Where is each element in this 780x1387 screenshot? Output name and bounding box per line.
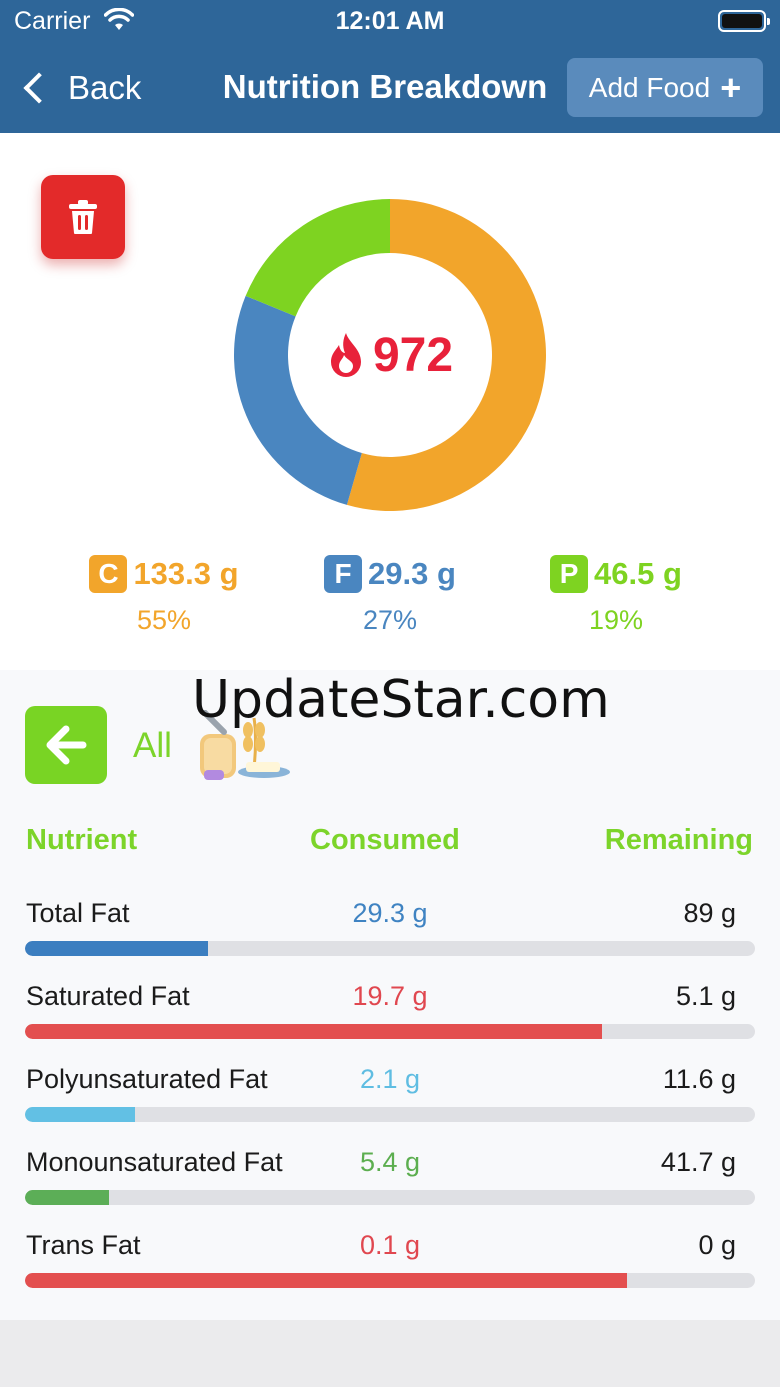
nutrient-progress-fill [25, 1107, 135, 1122]
clock: 12:01 AM [335, 7, 445, 35]
carbs-badge: C [89, 555, 128, 593]
fat-percent: 27% [362, 605, 418, 635]
header-remaining: Remaining [604, 824, 753, 856]
nutrient-progress-track [25, 1190, 755, 1205]
chevron-left-icon [23, 72, 55, 104]
category-back-button[interactable] [25, 706, 107, 784]
nutrient-name: Monounsaturated Fat [26, 1147, 283, 1177]
add-food-label: Add Food [588, 71, 711, 103]
nutrient-row: Polyunsaturated Fat 2.1 g 11.6 g [0, 1064, 780, 1147]
calorie-value: 972 [372, 328, 454, 382]
nutrient-section: All Nutrient Consumed Remaining Total Fa… [0, 670, 780, 1320]
arrow-left-icon [46, 725, 87, 765]
nutrient-progress-fill [25, 1273, 628, 1288]
trash-icon [69, 200, 97, 234]
nutrient-progress-fill [25, 1190, 109, 1205]
watermark: UpdateStar.com [192, 670, 610, 730]
nutrient-row: Total Fat 29.3 g 89 g [0, 898, 780, 981]
macro-fat: F 29.3 g 27% [270, 555, 510, 636]
nutrient-name: Saturated Fat [26, 981, 190, 1011]
nutrient-progress-fill [25, 1024, 602, 1039]
nutrient-progress-track [25, 1273, 755, 1288]
back-label: Back [68, 69, 142, 106]
nutrient-progress-track [25, 1024, 755, 1039]
nutrient-remaining: 41.7 g [660, 1147, 736, 1177]
add-food-button[interactable]: Add Food + [567, 58, 763, 117]
delete-button[interactable] [41, 175, 125, 259]
nutrient-progress-track [25, 941, 755, 956]
protein-grams: 46.5 g [594, 556, 682, 591]
flame-icon [330, 333, 361, 377]
nutrient-consumed: 0.1 g [359, 1230, 421, 1260]
nutrient-row: Monounsaturated Fat 5.4 g 41.7 g [0, 1147, 780, 1230]
nutrient-name: Polyunsaturated Fat [26, 1064, 268, 1094]
nutrient-remaining: 5.1 g [675, 981, 736, 1011]
nutrient-consumed: 5.4 g [359, 1147, 421, 1177]
nutrient-name: Total Fat [26, 898, 130, 928]
nutrient-name: Trans Fat [26, 1230, 141, 1260]
back-button[interactable]: Back [18, 66, 141, 110]
carbs-grams: 133.3 g [133, 556, 239, 591]
nutrient-consumed: 29.3 g [352, 898, 428, 928]
nutrient-remaining: 0 g [698, 1230, 736, 1260]
protein-percent: 19% [588, 605, 644, 635]
calorie-total: 972 [290, 325, 490, 385]
navigation-bar: Carrier 12:01 AM Back Nutrition Breakdow… [0, 0, 780, 133]
summary-card: 972 C 133.3 g 55% F 29.3 g 27% P 46.5 g … [0, 133, 780, 670]
fat-badge: F [324, 555, 363, 593]
battery-icon [718, 10, 770, 32]
header-nutrient: Nutrient [26, 824, 138, 856]
nutrient-consumed: 19.7 g [352, 981, 428, 1011]
status-bar: Carrier 12:01 AM [0, 0, 780, 44]
nutrient-remaining: 89 g [683, 898, 736, 928]
nutrient-progress-fill [25, 941, 208, 956]
nutrient-row: Saturated Fat 19.7 g 5.1 g [0, 981, 780, 1064]
header-consumed: Consumed [310, 824, 460, 856]
plus-icon: + [720, 66, 742, 108]
fat-grams: 29.3 g [368, 556, 456, 591]
nutrient-remaining: 11.6 g [662, 1064, 736, 1094]
carbs-percent: 55% [136, 605, 192, 635]
nutrient-consumed: 2.1 g [359, 1064, 421, 1094]
nutrient-progress-track [25, 1107, 755, 1122]
page-title: Nutrition Breakdown [222, 68, 548, 105]
macro-protein: P 46.5 g 19% [496, 555, 736, 636]
nutrient-row: Trans Fat 0.1 g 0 g [0, 1230, 780, 1313]
donut-segment-protein [245, 199, 390, 317]
macro-carbs: C 133.3 g 55% [44, 555, 284, 636]
category-all-label[interactable]: All [133, 726, 172, 766]
protein-badge: P [550, 555, 589, 593]
